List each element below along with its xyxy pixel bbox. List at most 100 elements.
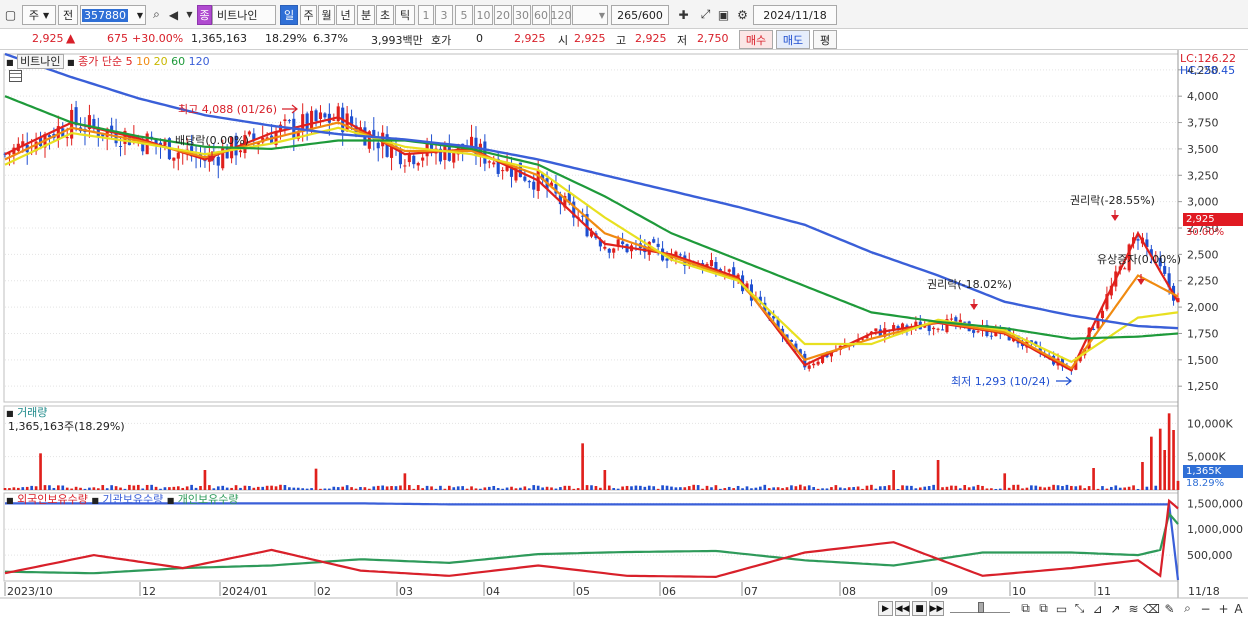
volume-bar [194, 487, 198, 490]
individual-holding-legend[interactable]: 개인보유수량 [178, 493, 239, 506]
table-icon[interactable] [9, 70, 22, 82]
date-field[interactable]: 2024/11/18 [753, 5, 837, 25]
text-a-icon[interactable]: A [1231, 601, 1246, 616]
candle-body [523, 176, 527, 181]
volume-bar [861, 488, 864, 490]
buy-label: 매수 [745, 33, 767, 47]
flat-button[interactable]: 평 [813, 30, 837, 49]
save-icon[interactable]: ▣ [716, 7, 731, 22]
pane-handle-icon[interactable]: ■ [6, 409, 14, 418]
buy-button[interactable]: 매수 [739, 30, 773, 49]
search-icon[interactable]: ⌕ [149, 7, 164, 22]
volume-bar [567, 485, 571, 490]
interval-button-3[interactable]: 3 [435, 5, 453, 25]
minus-icon[interactable]: − [1198, 601, 1213, 616]
period-tab-0[interactable]: 일 [280, 5, 298, 25]
volume-bar [621, 486, 624, 490]
volume-bar [21, 487, 25, 490]
x-tick-label: 06 [662, 585, 676, 598]
pane-handle-icon[interactable]: ■ [67, 58, 75, 67]
foreign-holding-legend[interactable]: 외국인보유수량 [17, 493, 88, 506]
chevron-down-icon[interactable]: ▼ [182, 7, 197, 22]
interval-button-1[interactable]: 1 [418, 5, 434, 25]
frame-icon[interactable]: ▭ [1054, 601, 1069, 616]
stock-label[interactable]: 비트나인 [17, 54, 64, 69]
period-tab-6[interactable]: 틱 [395, 5, 415, 25]
volume-bar [1114, 485, 1118, 490]
crosshair-icon[interactable]: ✚ [676, 7, 691, 22]
volume-bar [1150, 436, 1153, 490]
expand-icon[interactable]: ⤡ [1072, 601, 1087, 616]
ma-legend-prefix[interactable]: 종가 단순 [78, 55, 122, 68]
scroll-last-icon[interactable]: ▶▶ [929, 601, 944, 616]
ma-legend-5[interactable]: 5 [126, 55, 133, 68]
interval-button-60[interactable]: 60 [532, 5, 550, 25]
pane-handle-icon[interactable]: ■ [6, 496, 14, 505]
candle-body [656, 243, 660, 247]
pane-handle-icon[interactable]: ■ [167, 496, 175, 505]
window-icon[interactable]: ▢ [3, 7, 18, 22]
ma-legend-20[interactable]: 20 [154, 55, 168, 68]
gear-icon[interactable]: ⚙ [735, 7, 750, 22]
sell-button[interactable]: 매도 [776, 30, 810, 49]
speaker-icon[interactable]: ◀ [166, 7, 181, 22]
period-tab-2[interactable]: 월 [318, 5, 335, 25]
scroll-right-icon[interactable]: ▶ [878, 601, 893, 616]
fibonacci-icon[interactable]: ≋ [1126, 601, 1141, 616]
candle-body [318, 112, 323, 119]
institution-holding-legend[interactable]: 기관보유수량 [102, 493, 163, 506]
period-tab-5[interactable]: 초 [376, 5, 394, 25]
count-field[interactable]: 265 /600 [611, 5, 669, 25]
draw-icon[interactable]: ⤢ [698, 7, 713, 22]
market-select[interactable]: 주 ▼ [22, 5, 56, 25]
period-tab-1[interactable]: 주 [300, 5, 317, 25]
pane-handle-icon[interactable]: ■ [6, 58, 14, 67]
x-tick-label: 09 [934, 585, 948, 598]
plus-icon[interactable]: + [1216, 601, 1231, 616]
ma-legend-120[interactable]: 120 [189, 55, 210, 68]
period-tab-3[interactable]: 년 [336, 5, 355, 25]
trend-icon[interactable]: ↗ [1108, 601, 1123, 616]
interval-button-20[interactable]: 20 [494, 5, 512, 25]
volume-bar [176, 486, 180, 490]
zoom-slider[interactable] [950, 602, 1010, 613]
volume-tick-label: 5,000K [1187, 451, 1226, 464]
toolbar: ▢ 주 ▼ 전 357880 ▼ ⌕ ◀ ▼ 종 비트나인 일주월년분초틱 13… [0, 0, 1248, 29]
chevron-down-icon: ▼ [598, 10, 605, 20]
volume-bar [305, 488, 309, 490]
volume-bar [776, 487, 780, 490]
volume-bar [372, 486, 376, 490]
volume-bar [203, 470, 207, 490]
volume-bar [234, 485, 238, 490]
volume-bar [1172, 430, 1175, 490]
interval-button-10[interactable]: 10 [474, 5, 493, 25]
code-input[interactable]: 357880 ▼ [80, 5, 146, 25]
copy-icon[interactable]: ⧉ [1036, 601, 1051, 616]
candle-body [452, 152, 456, 163]
pane-handle-icon[interactable]: ■ [91, 496, 99, 505]
prev-button[interactable]: 전 [58, 5, 78, 25]
ma-legend-10[interactable]: 10 [136, 55, 150, 68]
scroll-first-icon[interactable]: ◀◀ [895, 601, 910, 616]
volume-bar [656, 488, 660, 490]
settings-icon[interactable]: ✎ [1162, 601, 1177, 616]
interval-button-120[interactable]: 120 [551, 5, 572, 25]
stop-icon[interactable]: ■ [912, 601, 927, 616]
interval-button-30[interactable]: 30 [513, 5, 531, 25]
ruler-icon[interactable]: ⊿ [1090, 601, 1105, 616]
period-tab-4[interactable]: 분 [357, 5, 375, 25]
interval-button-5[interactable]: 5 [455, 5, 473, 25]
volume-pane-frame [3, 405, 1179, 491]
x-tick-label: 08 [842, 585, 856, 598]
search-small-icon[interactable]: ⌕ [1180, 601, 1195, 616]
stock-name-field[interactable]: 비트나인 [212, 5, 276, 25]
volume-bar [505, 487, 509, 490]
zoom-slider-handle[interactable] [978, 602, 984, 613]
interval-select[interactable]: ▼ [572, 5, 608, 25]
volume-bar [599, 487, 602, 490]
candle-body [238, 150, 243, 153]
layout-icon[interactable]: ⧉ [1018, 601, 1033, 616]
eraser-icon[interactable]: ⌫ [1143, 601, 1160, 616]
volume-bar [856, 486, 860, 490]
ma-legend-60[interactable]: 60 [171, 55, 185, 68]
